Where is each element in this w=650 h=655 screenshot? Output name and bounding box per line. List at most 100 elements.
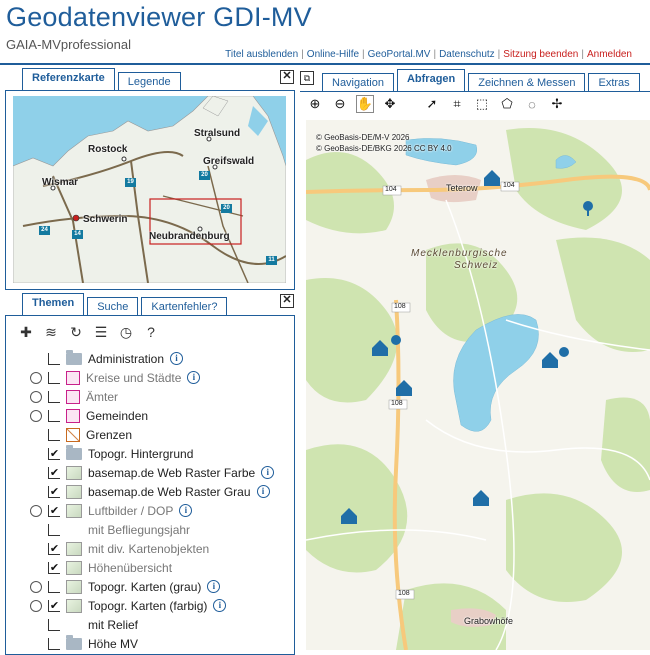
- layers-icon[interactable]: ≋: [43, 324, 59, 340]
- header-rule: [0, 63, 650, 65]
- zoom-out-icon[interactable]: ⊖: [331, 95, 349, 113]
- theme-label: mit Relief: [88, 617, 139, 632]
- checkbox[interactable]: [48, 523, 60, 536]
- radio-button[interactable]: [30, 599, 42, 612]
- info-pointer-icon[interactable]: ➚: [423, 95, 441, 113]
- help-icon[interactable]: ?: [143, 324, 159, 340]
- tab-zeichnen-messen[interactable]: Zeichnen & Messen: [468, 73, 586, 92]
- theme-label: Administration: [88, 351, 165, 366]
- theme-row[interactable]: ✔ basemap.de Web Raster Grau i: [30, 482, 270, 501]
- themes-tabbar: Themen Suche Kartenfehler?: [22, 293, 230, 316]
- checkbox[interactable]: ✔: [48, 466, 60, 479]
- tab-abfragen[interactable]: Abfragen: [396, 69, 466, 92]
- road-number: 108: [398, 590, 410, 597]
- info-icon[interactable]: i: [207, 580, 221, 593]
- road-number: 104: [385, 186, 397, 193]
- layer-thumbnail-icon: [66, 503, 82, 518]
- main-map[interactable]: © GeoBasis-DE/M-V 2026 © GeoBasis-DE/BKG…: [306, 120, 650, 650]
- theme-row[interactable]: ✔ basemap.de Web Raster Farbe i: [30, 463, 275, 482]
- select-rect-icon[interactable]: ⬚: [473, 95, 491, 113]
- theme-row[interactable]: ✔ Topogr. Hintergrund: [30, 444, 193, 463]
- close-icon[interactable]: ✕: [280, 294, 294, 308]
- checkbox[interactable]: ✔: [48, 561, 60, 574]
- checkbox[interactable]: [48, 409, 60, 422]
- checkbox[interactable]: [48, 637, 60, 650]
- info-icon[interactable]: i: [179, 504, 193, 517]
- layer-stack-icon[interactable]: ☰: [93, 324, 109, 340]
- radio-button[interactable]: [30, 390, 42, 403]
- pan-hand-icon[interactable]: ✋: [356, 95, 374, 113]
- info-icon[interactable]: i: [170, 352, 184, 365]
- tab-extras[interactable]: Extras: [588, 73, 640, 92]
- link-end-session[interactable]: Sitzung beenden: [503, 49, 578, 60]
- add-point-icon[interactable]: ✢: [548, 95, 566, 113]
- radio-button[interactable]: [30, 580, 42, 593]
- link-login[interactable]: Anmelden: [587, 49, 632, 60]
- theme-row[interactable]: ✔ Luftbilder / DOP i: [30, 501, 193, 520]
- themes-toolbar: ✚ ≋ ↻ ☰ ◷ ?: [18, 324, 159, 341]
- select-circle-icon[interactable]: ◌: [523, 95, 541, 113]
- ref-tabbar: Referenzkarte Legende: [22, 68, 184, 91]
- checkbox[interactable]: [48, 618, 60, 631]
- map-toolbar: ⊕ ⊖ ✋ ✥ ➚ ⌗ ⬚ ⬠ ◌ ✢: [306, 95, 566, 113]
- theme-row[interactable]: Grenzen: [30, 425, 132, 444]
- refresh-icon[interactable]: ↻: [68, 324, 84, 340]
- checkbox[interactable]: [48, 428, 60, 441]
- header-links: Titel ausblenden | Online-Hilfe | GeoPortal.…: [225, 49, 632, 60]
- checkbox[interactable]: [48, 580, 60, 593]
- checkbox[interactable]: ✔: [48, 485, 60, 498]
- tab-themen[interactable]: Themen: [22, 293, 85, 316]
- theme-row[interactable]: ✔ mit div. Kartenobjekten: [30, 539, 209, 558]
- theme-row[interactable]: ✔ Topogr. Karten (farbig) i: [30, 596, 227, 615]
- link-help[interactable]: Online-Hilfe: [307, 49, 359, 60]
- place-label: Teterow: [446, 183, 478, 193]
- theme-row[interactable]: Höhe MV: [30, 634, 138, 653]
- city-label: Schwerin: [83, 214, 128, 225]
- theme-label: Luftbilder / DOP: [88, 503, 174, 518]
- tab-legende[interactable]: Legende: [117, 72, 181, 91]
- radio-button[interactable]: [30, 371, 42, 384]
- checkbox[interactable]: ✔: [48, 504, 60, 517]
- checkbox[interactable]: [48, 352, 60, 365]
- theme-row[interactable]: Ämter: [30, 387, 118, 406]
- tab-navigation[interactable]: Navigation: [322, 73, 394, 92]
- close-icon[interactable]: ✕: [280, 70, 294, 84]
- link-geoportal[interactable]: GeoPortal.MV: [368, 49, 431, 60]
- checkbox[interactable]: [48, 390, 60, 403]
- city-label: Neubrandenburg: [149, 231, 230, 242]
- checkbox[interactable]: ✔: [48, 447, 60, 460]
- tab-referenzkarte[interactable]: Referenzkarte: [22, 68, 115, 91]
- checkbox[interactable]: [48, 371, 60, 384]
- tab-kartenfehler[interactable]: Kartenfehler?: [141, 297, 228, 316]
- theme-row[interactable]: mit Relief: [30, 615, 138, 634]
- zoom-in-icon[interactable]: ⊕: [306, 95, 324, 113]
- clock-icon[interactable]: ◷: [118, 324, 134, 340]
- select-polygon-icon[interactable]: ⬠: [498, 95, 516, 113]
- radio-button[interactable]: [30, 504, 42, 517]
- city-label: Wismar: [42, 177, 79, 188]
- road-shield: 11: [266, 256, 277, 265]
- info-area-icon[interactable]: ⌗: [448, 95, 466, 113]
- radio-button[interactable]: [30, 409, 42, 422]
- theme-row[interactable]: Topogr. Karten (grau) i: [30, 577, 221, 596]
- folder-icon: [66, 634, 82, 650]
- link-privacy[interactable]: Datenschutz: [439, 49, 495, 60]
- theme-row[interactable]: Gemeinden: [30, 406, 148, 425]
- theme-row[interactable]: ✔ Höhenübersicht: [30, 558, 172, 577]
- theme-row[interactable]: mit Befliegungsjahr: [30, 520, 190, 539]
- add-layer-icon[interactable]: ✚: [18, 324, 34, 340]
- checkbox[interactable]: ✔: [48, 599, 60, 612]
- info-icon[interactable]: i: [261, 466, 275, 479]
- expand-icon[interactable]: ⧉: [300, 71, 314, 85]
- link-hide-title[interactable]: Titel ausblenden: [225, 49, 298, 60]
- info-icon[interactable]: i: [213, 599, 227, 612]
- info-icon[interactable]: i: [187, 371, 201, 384]
- theme-row[interactable]: Administration i: [30, 349, 184, 368]
- reference-map[interactable]: Stralsund Rostock Greifswald Wismar Schw…: [13, 96, 286, 283]
- checkbox[interactable]: ✔: [48, 542, 60, 555]
- move-icon[interactable]: ✥: [381, 95, 399, 113]
- tab-suche[interactable]: Suche: [87, 297, 139, 316]
- info-icon[interactable]: i: [256, 485, 270, 498]
- main-map-graphic: [306, 128, 650, 650]
- theme-row[interactable]: Kreise und Städte i: [30, 368, 201, 387]
